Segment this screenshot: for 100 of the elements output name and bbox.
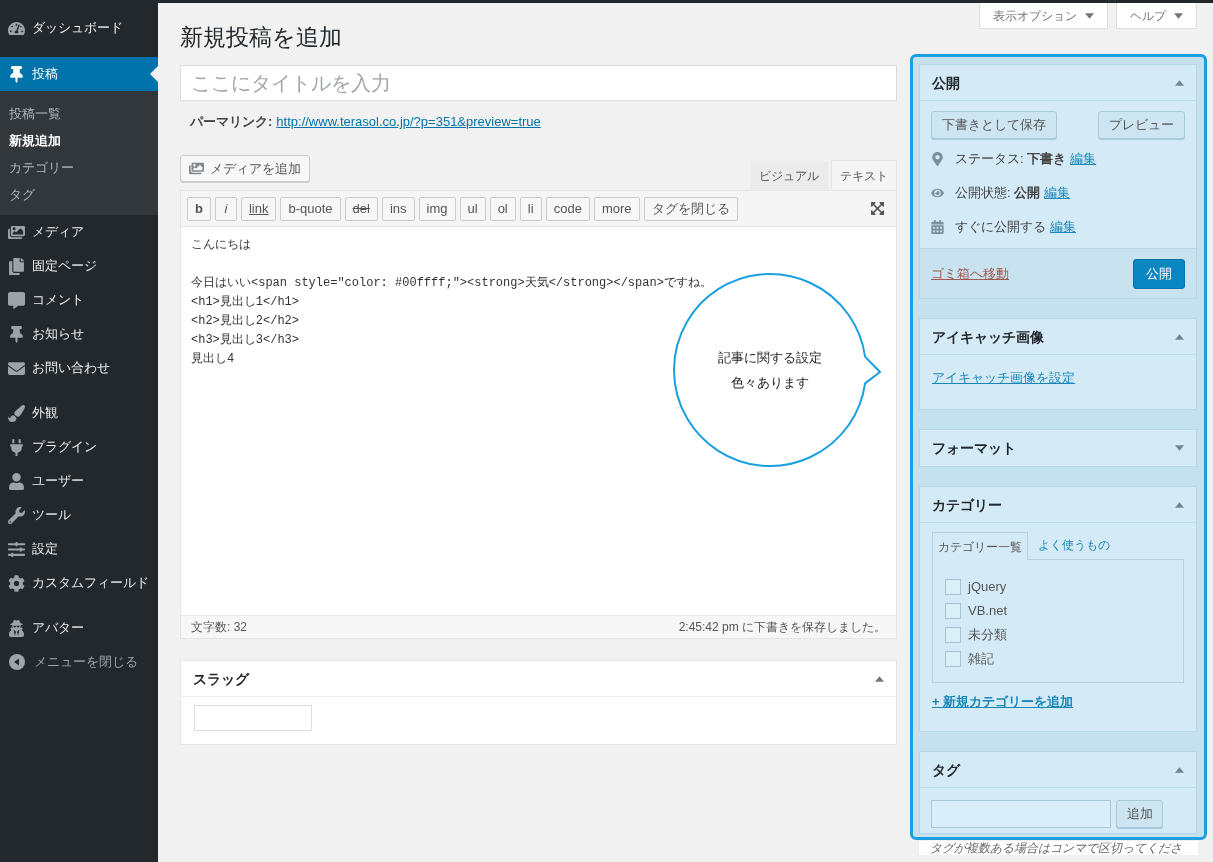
caret-up-icon[interactable]	[1175, 766, 1184, 773]
submenu-item[interactable]: タグ	[0, 181, 158, 208]
caret-up-icon[interactable]	[1175, 501, 1184, 508]
toolbar-button[interactable]: img	[418, 196, 456, 221]
preview-button[interactable]: プレビュー	[1098, 111, 1185, 139]
box-title: スラッグ	[193, 669, 249, 688]
save-draft-button[interactable]: 下書きとして保存	[931, 111, 1057, 139]
help-button[interactable]: ヘルプ	[1116, 3, 1197, 29]
title-field[interactable]: ここにタイトルを入力	[180, 65, 897, 101]
sidebar-menu-item[interactable]: 設定	[0, 532, 158, 566]
sidebar-menu-item[interactable]: 投稿	[0, 57, 158, 91]
edit-link[interactable]: 編集	[1070, 150, 1097, 168]
word-count: 文字数: 32	[191, 619, 247, 636]
sidebar-menu-item[interactable]: ユーザー	[0, 464, 158, 498]
screen-options-button[interactable]: 表示オプション	[979, 3, 1108, 29]
envelope-icon	[8, 359, 25, 377]
checkbox[interactable]	[945, 627, 961, 643]
slug-input-field[interactable]	[194, 705, 312, 731]
status-text: ステータス: 下書き	[955, 150, 1067, 168]
permalink-link[interactable]: http://www.terasol.co.jp/?p=351&preview=true	[276, 112, 541, 132]
toolbar-button[interactable]: more	[593, 196, 640, 221]
editor-text-line: こんにちは	[191, 237, 251, 254]
sidebar-menu-item[interactable]: 外観	[0, 396, 158, 430]
editor-text-line: <h3>見出し3</h3>	[191, 332, 299, 349]
sidebar-menu-item[interactable]: プラグイン	[0, 430, 158, 464]
edit-link[interactable]: 編集	[1050, 218, 1076, 236]
caret-down-icon	[1174, 12, 1183, 19]
submenu-item[interactable]: 投稿一覧	[0, 100, 158, 127]
toolbar-button[interactable]: b	[187, 196, 211, 221]
checkbox[interactable]	[945, 651, 961, 667]
toolbar-button[interactable]: ul	[459, 196, 486, 221]
toolbar-button[interactable]: タグを閉じる	[643, 196, 738, 221]
box-title: タグ	[932, 760, 960, 779]
permalink-label: パーマリンク:	[190, 113, 273, 132]
calendar-icon	[931, 220, 944, 234]
toolbar-button[interactable]: del	[344, 196, 378, 221]
caret-up-icon[interactable]	[1175, 79, 1184, 86]
sidebar-menu-item[interactable]: お知らせ	[0, 317, 158, 351]
toolbar-button[interactable]: link	[240, 196, 277, 221]
edit-link[interactable]: 編集	[1044, 184, 1071, 202]
box-title: アイキャッチ画像	[932, 327, 1044, 346]
autosave-status: 2:45:42 pm に下書きを保存しました。	[678, 619, 886, 636]
sidebar-menu-item[interactable]: 固定ページ	[0, 249, 158, 283]
left-arrow-circle-icon	[9, 654, 25, 670]
submenu-item[interactable]: 新規追加	[0, 127, 158, 154]
sliders-icon	[8, 540, 25, 558]
submenu-item[interactable]: カテゴリー	[0, 154, 158, 181]
sidebar-menu-item[interactable]: アバター	[0, 611, 158, 645]
caret-up-icon[interactable]	[875, 675, 884, 682]
gear-icon	[8, 574, 25, 592]
collapse-menu-button[interactable]: メニューを閉じる	[0, 645, 158, 679]
gauge-icon	[8, 19, 25, 37]
eye-icon	[931, 186, 944, 200]
editor-text-line: <h2>見出し2</h2>	[191, 313, 299, 330]
box-title: 公開	[932, 73, 960, 92]
person-icon	[8, 472, 25, 490]
comment-icon	[8, 291, 25, 309]
add-media-button[interactable]: メディアを追加	[180, 155, 310, 182]
checkbox[interactable]	[945, 579, 961, 595]
sidebar-menu-item[interactable]: ダッシュボード	[0, 11, 158, 45]
category-tab[interactable]: カテゴリー一覧	[932, 532, 1028, 560]
toolbar-button[interactable]: i	[214, 196, 237, 221]
toolbar-button[interactable]: ol	[489, 196, 516, 221]
editor-tab[interactable]: ビジュアル	[750, 161, 828, 190]
toolbar-button[interactable]: b-quote	[280, 196, 341, 221]
tag-input-field[interactable]	[931, 800, 1111, 828]
toolbar-button[interactable]: code	[545, 196, 590, 221]
caret-down-icon[interactable]	[1175, 445, 1184, 451]
trash-link[interactable]: ゴミ箱へ移動	[931, 264, 1009, 283]
sidebar-menu-item[interactable]: コメント	[0, 283, 158, 317]
editor-text-line: 今日はいい<span style="color: #00ffff;"><strong>天気</strong></span>ですね。	[191, 275, 712, 292]
category-label: VB.net	[968, 602, 1008, 620]
thumbtack-icon	[8, 325, 25, 343]
status-text: すぐに公開する	[955, 218, 1046, 236]
toolbar-button[interactable]: li	[519, 196, 542, 221]
publish-button[interactable]: 公開	[1133, 258, 1185, 289]
tag-hint-text: タグが複数ある場合はコンマで区切ってくださ	[919, 841, 1198, 855]
hat-person-icon	[8, 619, 25, 637]
sidebar-menu-item[interactable]: メディア	[0, 215, 158, 249]
sidebar-menu-item[interactable]: カスタムフィールド	[0, 566, 158, 600]
category-label: 雑記	[968, 650, 994, 668]
pages-icon	[8, 257, 25, 275]
box-title: フォーマット	[932, 439, 1016, 457]
category-label: jQuery	[968, 578, 1007, 596]
fullscreen-icon[interactable]	[870, 201, 885, 216]
caret-up-icon[interactable]	[1175, 333, 1184, 340]
annotation-text: 色々あります	[731, 373, 809, 392]
editor-text-line: 見出し4	[191, 351, 235, 368]
toolbar-button[interactable]: ins	[381, 196, 415, 221]
sidebar-menu-item[interactable]: お問い合わせ	[0, 351, 158, 385]
editor-tab[interactable]: テキスト	[831, 160, 897, 190]
sidebar-menu-item[interactable]: ツール	[0, 498, 158, 532]
set-featured-image-link[interactable]: アイキャッチ画像を設定	[932, 369, 1075, 387]
annotation-text: 記事に関する設定	[718, 348, 822, 367]
paintbrush-icon	[8, 404, 25, 422]
media-icon	[189, 161, 204, 176]
box-title: カテゴリー	[932, 495, 1002, 514]
editor-text-line: <h1>見出し1</h1>	[191, 294, 299, 311]
checkbox[interactable]	[945, 603, 961, 619]
add-tag-button[interactable]: 追加	[1116, 800, 1163, 828]
